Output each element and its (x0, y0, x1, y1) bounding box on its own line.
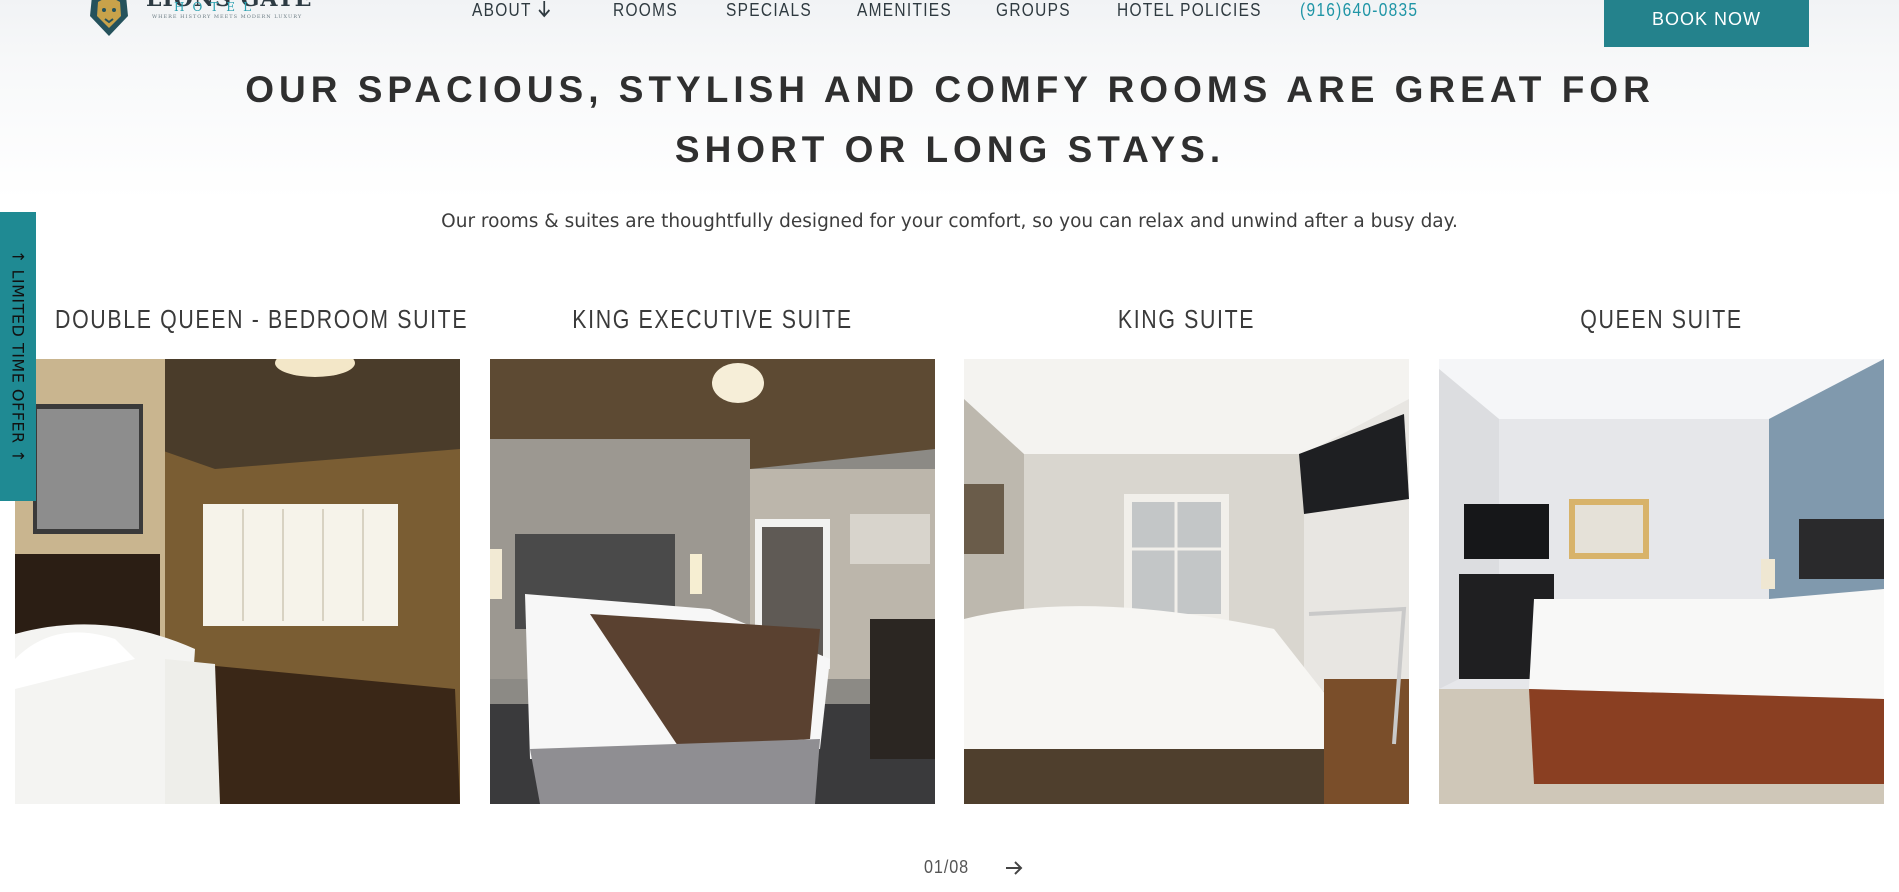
nav-specials[interactable]: SPECIALS (726, 0, 812, 21)
lion-logo-icon (90, 0, 128, 36)
limited-time-offer-label: ↑ LIMITED TIME OFFER ↑ (8, 249, 28, 464)
book-now-button[interactable]: BOOK NOW (1604, 0, 1809, 47)
room-photo[interactable] (1439, 359, 1884, 804)
king-executive-room-image (490, 359, 935, 804)
room-photo[interactable] (15, 359, 460, 804)
slider-page-count: 01/08 (924, 857, 970, 877)
intro-text: Our rooms & suites are thoughtfully desi… (441, 211, 1458, 232)
arrow-right-icon[interactable] (1003, 857, 1025, 879)
room-title[interactable]: DOUBLE QUEEN - BEDROOM SUITE (55, 304, 467, 335)
double-queen-room-image (15, 359, 460, 804)
logo-tagline: WHERE HISTORY MEETS MODERN LUXURY (152, 14, 303, 20)
limited-time-offer-tab[interactable]: ↑ LIMITED TIME OFFER ↑ (0, 212, 36, 501)
logo-hotel: HOTEL (174, 0, 260, 14)
king-suite-room-image (964, 359, 1409, 804)
room-title[interactable]: QUEEN SUITE (1479, 304, 1844, 335)
nav-amenities[interactable]: AMENITIES (857, 0, 952, 21)
nav-groups[interactable]: GROUPS (996, 0, 1071, 21)
nav-hotel-policies[interactable]: HOTEL POLICIES (1117, 0, 1262, 21)
nav-about-label: ABOUT (472, 0, 532, 20)
headline-line-1: OUR SPACIOUS, STYLISH AND COMFY ROOMS AR… (245, 69, 1655, 110)
room-photo[interactable] (964, 359, 1409, 804)
nav-about[interactable]: ABOUT (472, 0, 551, 21)
headline-line-2: SHORT OR LONG STAYS. (674, 129, 1226, 170)
nav-rooms[interactable]: ROOMS (613, 0, 678, 21)
room-title[interactable]: KING EXECUTIVE SUITE (530, 304, 895, 335)
queen-suite-room-image (1439, 359, 1884, 804)
phone-link[interactable]: (916)640-0835 (1300, 0, 1418, 21)
room-title[interactable]: KING SUITE (1004, 304, 1369, 335)
page-headline: OUR SPACIOUS, STYLISH AND COMFY ROOMS AR… (150, 60, 1750, 180)
room-photo[interactable] (490, 359, 935, 804)
site-header: LIONS GATE HOTEL WHERE HISTORY MEETS MOD… (0, 0, 1899, 60)
hotel-logo[interactable]: LIONS GATE HOTEL WHERE HISTORY MEETS MOD… (86, 0, 311, 42)
arrow-down-icon (538, 1, 550, 18)
